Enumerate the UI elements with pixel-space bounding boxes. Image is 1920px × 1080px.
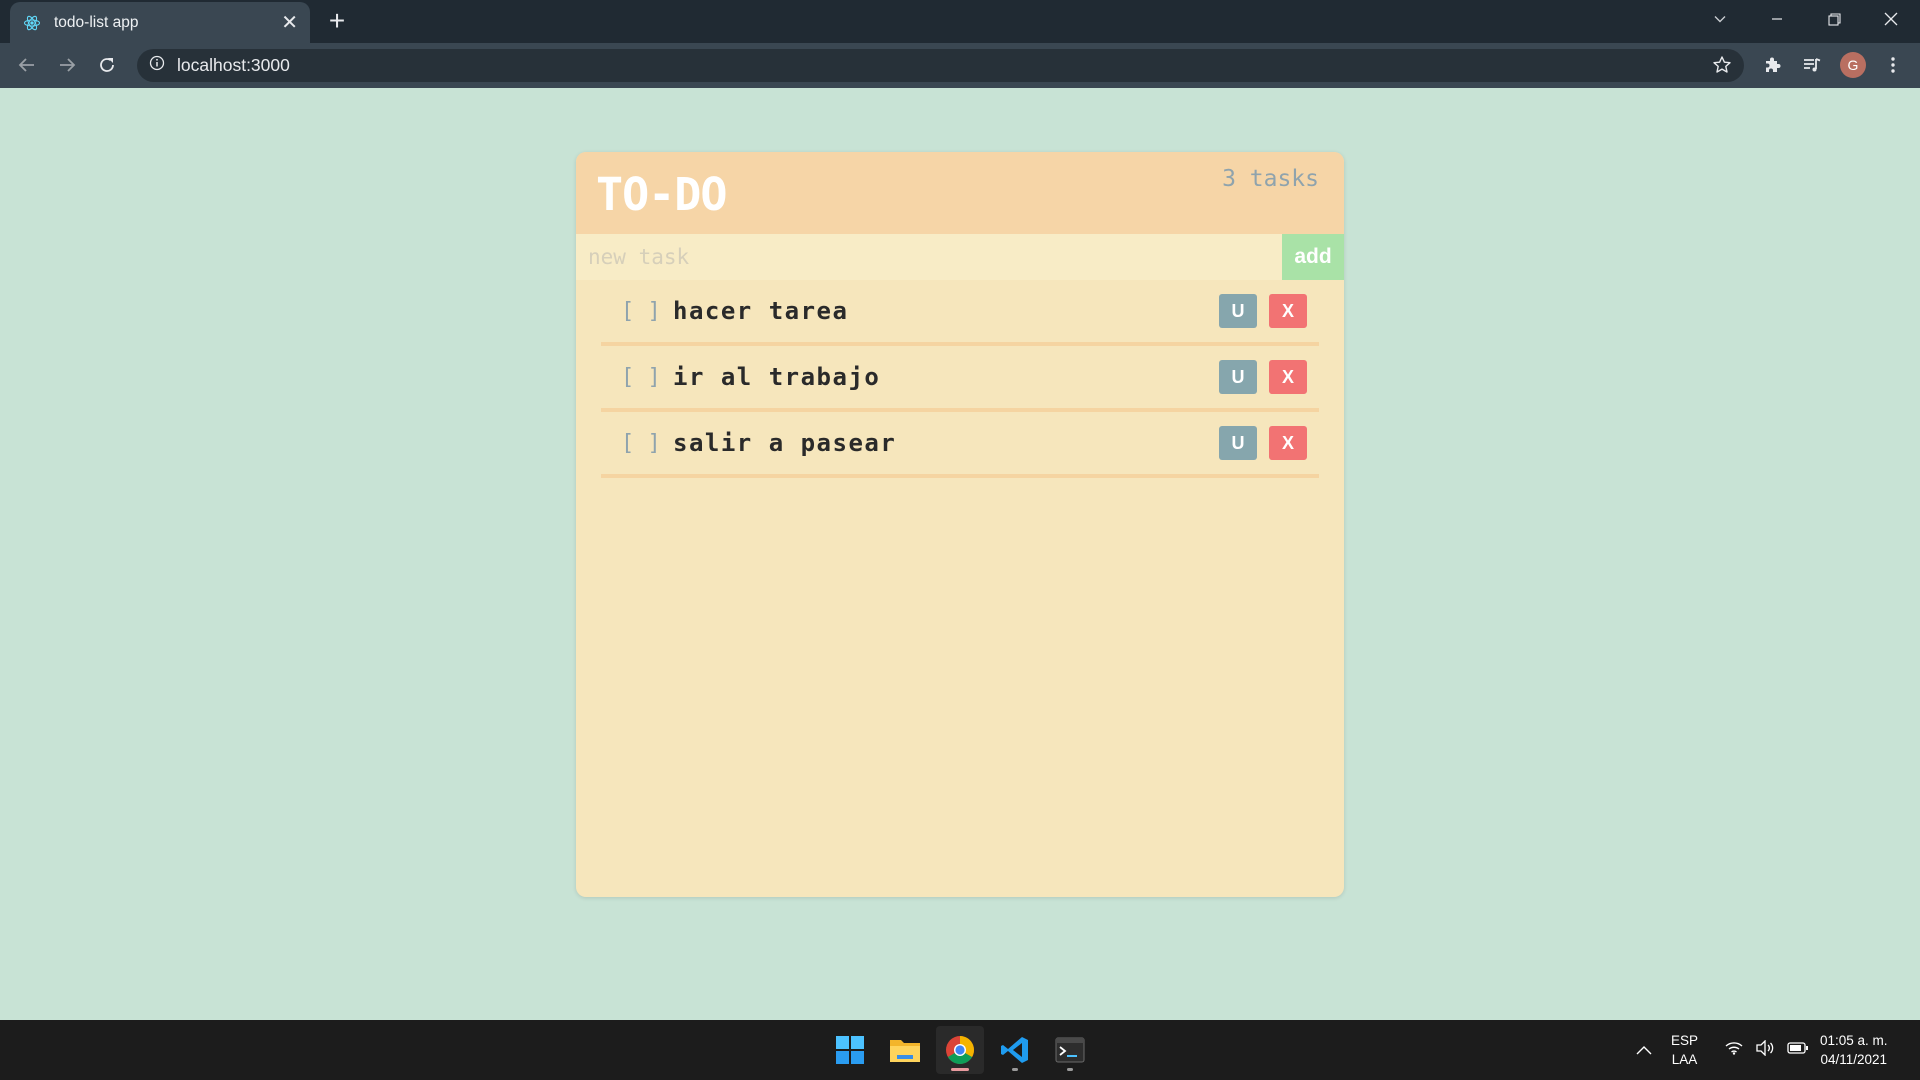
battery-icon [1787, 1041, 1809, 1059]
react-icon [22, 13, 42, 33]
language-code: ESP [1671, 1033, 1699, 1048]
tab-search-chevron-down-icon[interactable] [1692, 0, 1748, 38]
task-item: [ ] ir al trabajo U X [601, 346, 1319, 412]
minimize-icon[interactable] [1749, 0, 1805, 38]
task-actions: U X [1219, 426, 1307, 460]
volume-icon [1755, 1038, 1775, 1061]
update-task-button[interactable]: U [1219, 426, 1257, 460]
running-app-indicator [1067, 1068, 1073, 1071]
bookmark-star-icon[interactable] [1712, 55, 1732, 80]
show-hidden-icons-chevron-up-icon[interactable] [1636, 1020, 1652, 1080]
clock[interactable]: 01:05 a. m. 04/11/2021 [1820, 1020, 1888, 1080]
task-text: hacer tarea [673, 297, 849, 325]
task-text: salir a pasear [673, 429, 897, 457]
windows-taskbar: ESP LAA 01:05 a. m. 04/11/2021 [0, 1020, 1920, 1080]
chrome-icon[interactable] [936, 1026, 984, 1074]
browser-toolbar: localhost:3000 G [0, 43, 1920, 88]
new-task-input[interactable] [576, 234, 1282, 280]
clock-time: 01:05 a. m. [1820, 1033, 1888, 1048]
task-checkbox[interactable]: [ ] [621, 365, 667, 390]
task-text: ir al trabajo [673, 363, 881, 391]
wifi-icon [1725, 1041, 1743, 1060]
todo-card: TO-DO 3 tasks add [ ] hacer tarea U X [ … [576, 152, 1344, 897]
task-actions: U X [1219, 294, 1307, 328]
system-status-group[interactable] [1725, 1020, 1809, 1080]
task-list: [ ] hacer tarea U X [ ] ir al trabajo U … [576, 280, 1344, 478]
close-window-icon[interactable] [1863, 0, 1919, 38]
task-actions: U X [1219, 360, 1307, 394]
delete-task-button[interactable]: X [1269, 294, 1307, 328]
task-count: 3 tasks [1222, 166, 1319, 192]
keyboard-layout: LAA [1671, 1052, 1698, 1067]
language-indicator[interactable]: ESP LAA [1671, 1020, 1698, 1080]
active-app-indicator [951, 1068, 969, 1071]
address-bar[interactable]: localhost:3000 [137, 49, 1744, 82]
running-app-indicator [1012, 1068, 1018, 1071]
app-title: TO-DO [596, 168, 727, 221]
browser-tab[interactable]: todo-list app ✕ [10, 2, 310, 43]
site-info-icon[interactable] [149, 55, 165, 76]
restore-icon[interactable] [1806, 0, 1862, 38]
task-item: [ ] hacer tarea U X [601, 280, 1319, 346]
task-item: [ ] salir a pasear U X [601, 412, 1319, 478]
delete-task-button[interactable]: X [1269, 360, 1307, 394]
media-playlist-icon[interactable] [1796, 49, 1828, 81]
url-text: localhost:3000 [177, 55, 290, 75]
update-task-button[interactable]: U [1219, 294, 1257, 328]
delete-task-button[interactable]: X [1269, 426, 1307, 460]
reload-icon[interactable] [91, 49, 123, 81]
windows-start-icon[interactable] [826, 1026, 874, 1074]
clock-date: 04/11/2021 [1820, 1052, 1888, 1067]
new-task-form: add [576, 234, 1344, 280]
profile-initial: G [1840, 52, 1866, 78]
forward-arrow-icon[interactable] [51, 49, 83, 81]
todo-header: TO-DO 3 tasks [576, 152, 1344, 234]
update-task-button[interactable]: U [1219, 360, 1257, 394]
tab-title: todo-list app [54, 13, 139, 31]
new-tab-button[interactable]: + [322, 7, 352, 37]
file-explorer-icon[interactable] [881, 1026, 929, 1074]
extensions-puzzle-icon[interactable] [1756, 49, 1788, 81]
add-button[interactable]: add [1282, 234, 1344, 280]
vscode-icon[interactable] [991, 1026, 1039, 1074]
browser-tab-strip: todo-list app ✕ + [0, 0, 1920, 43]
task-checkbox[interactable]: [ ] [621, 299, 667, 324]
task-checkbox[interactable]: [ ] [621, 431, 667, 456]
kebab-menu-icon[interactable] [1877, 49, 1909, 81]
tab-close-icon[interactable]: ✕ [281, 13, 298, 33]
terminal-icon[interactable] [1046, 1026, 1094, 1074]
profile-avatar[interactable]: G [1837, 49, 1869, 81]
back-arrow-icon[interactable] [11, 49, 43, 81]
